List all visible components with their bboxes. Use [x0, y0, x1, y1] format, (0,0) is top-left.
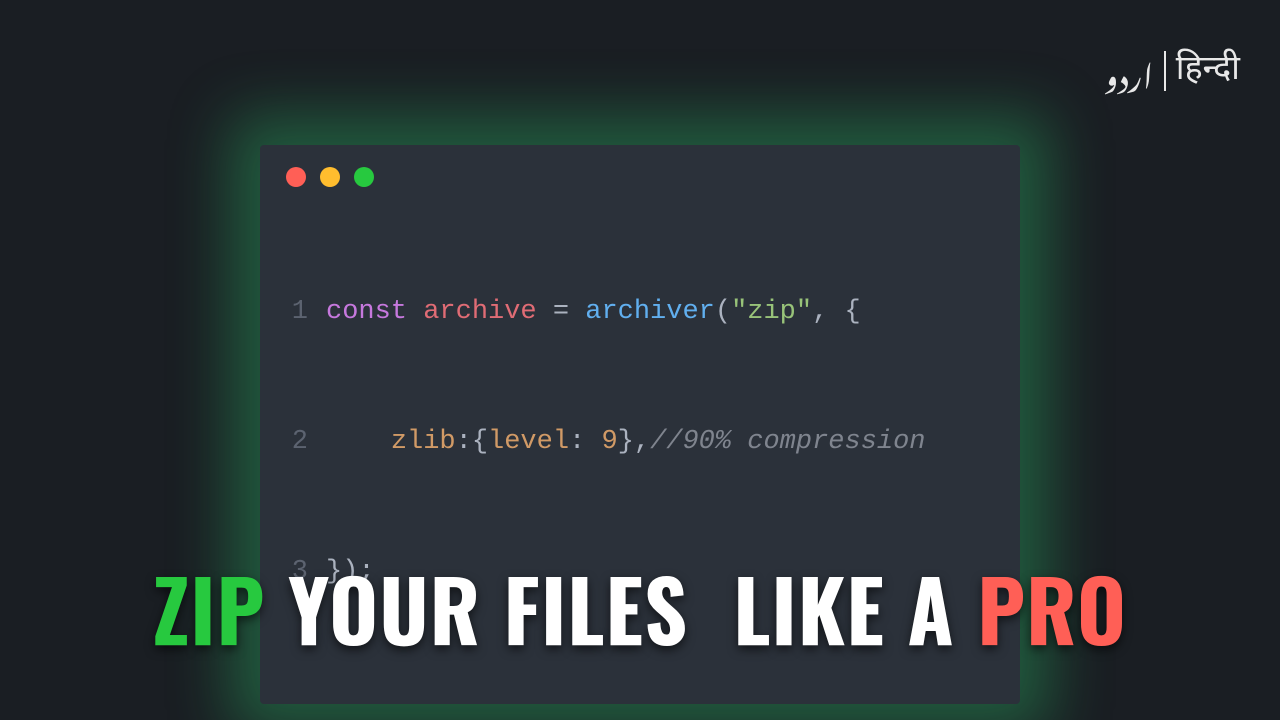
- token-punctuation: :{: [456, 427, 488, 457]
- lang-urdu: اردو: [1104, 28, 1154, 113]
- traffic-close-icon: [286, 167, 306, 187]
- headline-word-pro: PRO: [977, 566, 1127, 650]
- traffic-minimize-icon: [320, 167, 340, 187]
- line-number: 2: [278, 421, 308, 464]
- code-line: 2 zlib:{level: 9},//90% compression: [278, 421, 994, 464]
- token-property: level: [488, 427, 569, 457]
- language-badge: اردو हिन्दी: [1104, 28, 1240, 113]
- token-punctuation: },: [618, 427, 650, 457]
- token-number: 9: [601, 427, 617, 457]
- token-indent: [326, 427, 391, 457]
- headline-word-likea: LIKE A: [733, 566, 954, 650]
- code-line: 1 const archive = archiver("zip", {: [278, 291, 994, 334]
- token-punctuation: (: [715, 297, 731, 327]
- headline-word-zip: ZIP: [153, 566, 266, 650]
- lang-separator: [1164, 51, 1166, 91]
- traffic-zoom-icon: [354, 167, 374, 187]
- token-string: "zip": [731, 297, 812, 327]
- token-punctuation: :: [569, 427, 601, 457]
- window-traffic-lights: [260, 145, 1020, 201]
- headline-word-yourfiles: YOUR FILES: [288, 566, 688, 650]
- line-number: 1: [278, 291, 308, 334]
- token-punctuation: , {: [812, 297, 861, 327]
- token-comment: //90% compression: [650, 427, 925, 457]
- token-property: zlib: [391, 427, 456, 457]
- token-operator: =: [537, 297, 586, 327]
- token-keyword: const: [326, 297, 407, 327]
- headline: ZIP YOUR FILES LIKE A PRO: [0, 566, 1280, 650]
- token-function: archiver: [585, 297, 715, 327]
- token-variable: archive: [423, 297, 536, 327]
- lang-hindi: हिन्दी: [1176, 49, 1240, 93]
